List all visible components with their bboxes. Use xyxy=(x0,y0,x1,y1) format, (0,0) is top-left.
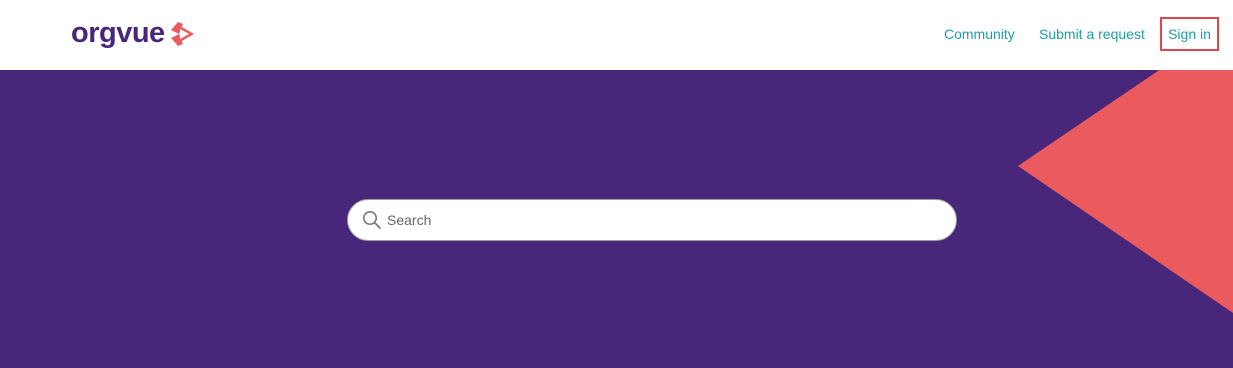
orgvue-arrow-logo-icon xyxy=(170,22,194,46)
sign-in-highlight: Sign in xyxy=(1160,17,1219,51)
site-header: orgvue Community Submit a request Sign i… xyxy=(0,0,1233,70)
community-link[interactable]: Community xyxy=(944,25,1015,43)
orgvue-logo-link[interactable]: orgvue xyxy=(71,16,198,50)
submit-request-link[interactable]: Submit a request xyxy=(1039,25,1145,43)
hero-banner xyxy=(0,70,1233,368)
logo-text: orgvue xyxy=(71,17,165,49)
search-box xyxy=(347,199,957,241)
sign-in-link[interactable]: Sign in xyxy=(1168,25,1211,43)
search-icon xyxy=(363,211,381,229)
search-input[interactable] xyxy=(387,200,942,240)
